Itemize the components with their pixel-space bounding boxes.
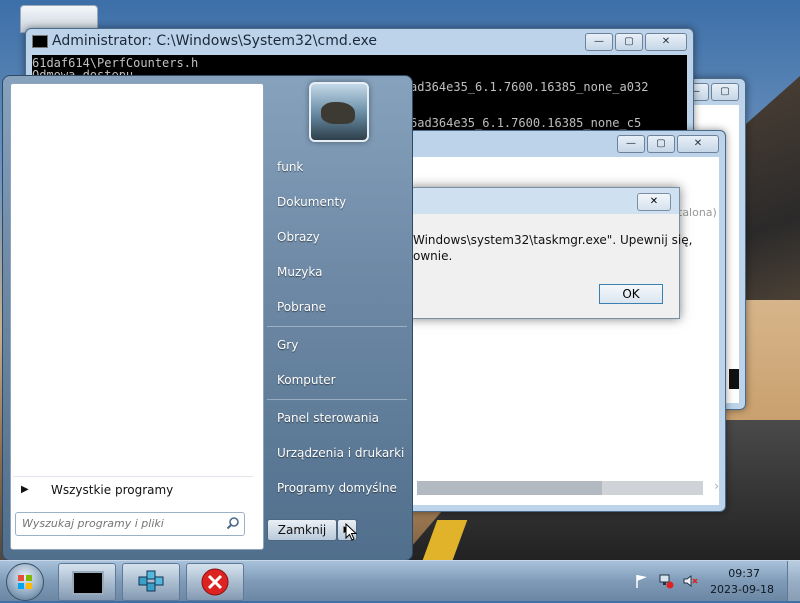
all-programs-label: Wszystkie programy — [51, 483, 174, 497]
cmd-window-controls: — ▢ ✕ — [585, 33, 687, 51]
shutdown-button[interactable]: Zamknij — [267, 519, 337, 541]
start-item-computer[interactable]: Komputer — [267, 365, 417, 395]
start-item-documents[interactable]: Dokumenty — [267, 187, 417, 217]
start-item-games[interactable]: Gry — [267, 330, 417, 360]
start-item-control-panel[interactable]: Panel sterowania — [267, 403, 417, 433]
maximize-button[interactable]: ▢ — [615, 33, 643, 51]
action-center-flag-icon[interactable] — [634, 573, 650, 589]
close-button[interactable]: ✕ — [645, 33, 687, 51]
all-programs-button[interactable]: ▶ Wszystkie programy — [13, 476, 253, 503]
system-tray: 09:37 2023-09-18 — [620, 561, 800, 601]
start-search-box[interactable] — [15, 512, 245, 536]
show-desktop-button[interactable] — [787, 561, 800, 601]
clock-date[interactable]: 2023-09-18 — [710, 583, 774, 596]
start-menu[interactable]: ▶ Wszystkie programy funk Dokumenty Obra… — [2, 75, 413, 561]
start-button[interactable] — [6, 563, 44, 601]
error-dialog[interactable]: ✕ Windows\system32\taskmgr.exe". Upewnij… — [408, 187, 692, 319]
ok-button[interactable]: OK — [599, 284, 663, 304]
windows-logo-icon — [18, 575, 32, 589]
start-item-downloads[interactable]: Pobrane — [267, 292, 417, 322]
taskbar: 09:37 2023-09-18 — [0, 560, 800, 601]
horizontal-scrollbar[interactable]: › — [417, 479, 719, 495]
mouse-cursor-icon — [345, 523, 357, 541]
cmd-icon — [72, 571, 104, 595]
user-avatar[interactable] — [309, 82, 369, 142]
error-icon — [201, 568, 229, 596]
start-item-pictures[interactable]: Obrazy — [267, 222, 417, 252]
start-item-music[interactable]: Muzyka — [267, 257, 417, 287]
search-icon[interactable] — [226, 516, 240, 530]
minimize-button[interactable]: — — [585, 33, 613, 51]
maximize-button[interactable]: ▢ — [711, 83, 739, 101]
menu-divider — [267, 326, 407, 327]
volume-muted-icon[interactable] — [682, 573, 698, 589]
dialog-titlebar: ✕ — [409, 188, 679, 214]
registry-editor-icon — [138, 570, 164, 592]
start-item-default-programs[interactable]: Programy domyślne — [267, 473, 417, 503]
search-input[interactable] — [20, 516, 214, 531]
chevron-right-icon[interactable]: › — [714, 479, 719, 493]
minimize-button[interactable]: — — [617, 135, 645, 153]
explorer-window-controls: — ▢ ✕ — [617, 135, 719, 153]
clock-time[interactable]: 09:37 — [728, 567, 760, 580]
console-line: 6ad364e35_6.1.7600.16385_none_c5 — [410, 116, 642, 130]
maximize-button[interactable]: ▢ — [647, 135, 675, 153]
start-item-user[interactable]: funk — [267, 152, 417, 182]
scrollbar-thumb[interactable] — [417, 481, 602, 495]
partial-label: talona) — [678, 206, 717, 219]
dialog-message: Windows\system32\taskmgr.exe". Upewnij s… — [413, 233, 692, 263]
console-line: ad364e35_6.1.7600.16385_none_a032 — [410, 80, 649, 94]
taskbar-cmd-button[interactable] — [58, 563, 116, 601]
dialog-close-button[interactable]: ✕ — [637, 193, 671, 211]
taskbar-registry-button[interactable] — [122, 563, 180, 601]
close-button[interactable]: ✕ — [677, 135, 719, 153]
chevron-right-icon: ▶ — [21, 484, 29, 495]
menu-divider — [267, 399, 407, 400]
start-item-devices-printers[interactable]: Urządzenia i drukarki — [267, 438, 417, 468]
scroll-indicator — [729, 369, 739, 389]
network-icon[interactable] — [658, 573, 674, 589]
taskbar-error-button[interactable] — [186, 563, 244, 601]
